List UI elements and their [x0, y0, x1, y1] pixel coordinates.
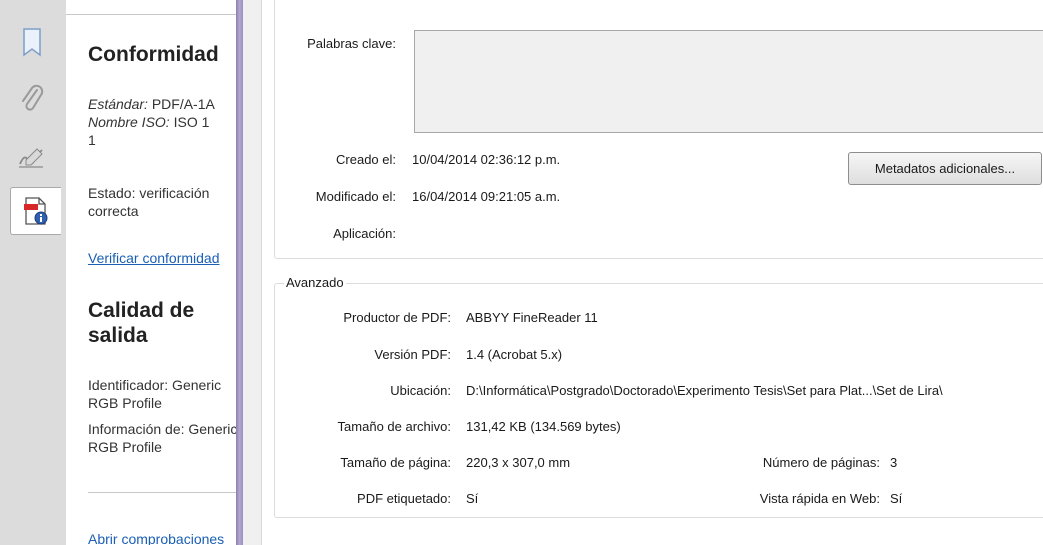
info-line-2: RGB Profile [88, 439, 162, 455]
file-size-label: Tamaño de archivo: [337, 419, 451, 434]
tagged-pdf-label: PDF etiquetado: [357, 491, 451, 506]
document-info-icon[interactable] [10, 187, 61, 235]
status-line-1: Estado: verificación [88, 185, 210, 201]
open-checks-link[interactable]: Abrir comprobaciones [88, 531, 224, 545]
location-label: Ubicación: [390, 383, 451, 398]
created-value: 10/04/2014 02:36:12 p.m. [412, 152, 561, 167]
navigation-toolbar [0, 0, 67, 545]
page-count-label: Número de páginas: [762, 455, 880, 470]
modified-label: Modificado el: [315, 189, 396, 204]
iso-line: Nombre ISO: ISO 1 [88, 114, 209, 131]
fast-web-view-label: Vista rápida en Web: [759, 491, 880, 506]
modified-value: 16/04/2014 09:21:05 a.m. [412, 189, 561, 204]
panel-divider [88, 492, 236, 493]
created-label: Creado el: [336, 152, 396, 167]
panel-splitter[interactable] [236, 0, 243, 545]
page-count-value: 3 [890, 455, 898, 470]
document-properties-dialog: Palabras clave: Creado el: 10/04/2014 02… [262, 0, 1043, 545]
standard-value: PDF/A-1A [147, 96, 215, 112]
panel-top-border [66, 0, 236, 15]
output-quality-heading-2: salida [88, 324, 148, 347]
standard-line: Estándar: PDF/A-1A [88, 96, 215, 113]
application-label: Aplicación: [333, 226, 396, 241]
pdf-version-value: 1.4 (Acrobat 5.x) [466, 347, 563, 362]
keywords-label: Palabras clave: [307, 36, 396, 51]
pdf-producer-label: Productor de PDF: [343, 310, 451, 325]
identifier-line-1: Identificador: Generic [88, 377, 222, 393]
page-size-label: Tamaño de página: [340, 455, 451, 470]
info-line-1: Información de: Generic [88, 421, 236, 437]
dialog-gutter [243, 0, 262, 545]
output-quality-heading-1: Calidad de [88, 299, 195, 322]
standard-label: Estándar: [88, 96, 148, 112]
iso-label: Nombre ISO: [88, 114, 170, 130]
advanced-legend: Avanzado [284, 275, 346, 290]
more-metadata-button[interactable]: Metadatos adicionales... [848, 152, 1042, 185]
iso-cont: 1 [88, 132, 96, 148]
iso-value: ISO 1 [169, 114, 210, 130]
verify-conformity-link[interactable]: Verificar conformidad [88, 250, 220, 266]
page-size-value: 220,3 x 307,0 mm [466, 455, 571, 470]
tagged-pdf-value: Sí [466, 491, 479, 506]
keywords-field[interactable] [414, 30, 1043, 133]
conformity-heading: Conformidad [88, 43, 219, 66]
paperclip-icon[interactable] [12, 80, 52, 120]
standards-panel: Conformidad Estándar: PDF/A-1A Nombre IS… [66, 0, 236, 545]
signature-icon[interactable] [12, 138, 52, 178]
bookmark-icon[interactable] [12, 22, 52, 62]
status-line-2: correcta [88, 203, 139, 219]
pdf-version-label: Versión PDF: [374, 347, 451, 362]
identifier-line-2: RGB Profile [88, 395, 162, 411]
location-value: D:\Informática\Postgrado\Doctorado\Exper… [466, 383, 943, 398]
pdf-producer-value: ABBYY FineReader 11 [466, 310, 598, 325]
file-size-value: 131,42 KB (134.569 bytes) [466, 419, 621, 434]
fast-web-view-value: Sí [890, 491, 903, 506]
